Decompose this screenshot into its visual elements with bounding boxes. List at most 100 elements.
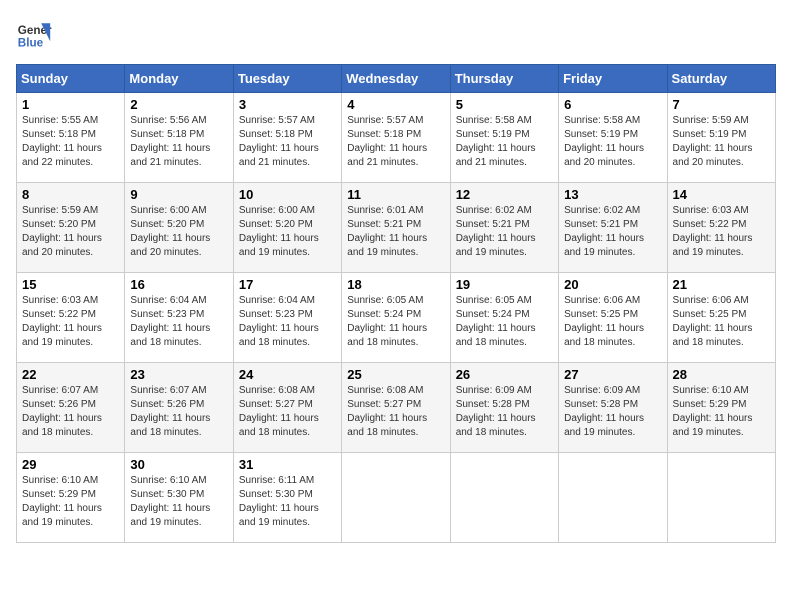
day-number: 6 bbox=[564, 97, 661, 112]
day-info: Sunrise: 6:04 AMSunset: 5:23 PMDaylight:… bbox=[130, 295, 210, 348]
day-info: Sunrise: 6:05 AMSunset: 5:24 PMDaylight:… bbox=[456, 295, 536, 348]
calendar-day-cell: 23 Sunrise: 6:07 AMSunset: 5:26 PMDaylig… bbox=[125, 363, 233, 453]
day-number: 29 bbox=[22, 457, 119, 472]
logo-icon: General Blue bbox=[16, 16, 52, 52]
day-number: 2 bbox=[130, 97, 227, 112]
day-number: 7 bbox=[673, 97, 770, 112]
calendar-day-cell: 8 Sunrise: 5:59 AMSunset: 5:20 PMDayligh… bbox=[17, 183, 125, 273]
day-info: Sunrise: 6:07 AMSunset: 5:26 PMDaylight:… bbox=[22, 385, 102, 438]
day-number: 23 bbox=[130, 367, 227, 382]
day-info: Sunrise: 5:58 AMSunset: 5:19 PMDaylight:… bbox=[564, 115, 644, 168]
calendar-body: 1 Sunrise: 5:55 AMSunset: 5:18 PMDayligh… bbox=[17, 93, 776, 543]
day-info: Sunrise: 5:58 AMSunset: 5:19 PMDaylight:… bbox=[456, 115, 536, 168]
day-number: 8 bbox=[22, 187, 119, 202]
weekday-header-cell: Sunday bbox=[17, 65, 125, 93]
weekday-header-cell: Thursday bbox=[450, 65, 558, 93]
weekday-header-cell: Friday bbox=[559, 65, 667, 93]
day-info: Sunrise: 6:10 AMSunset: 5:29 PMDaylight:… bbox=[673, 385, 753, 438]
calendar-day-cell: 12 Sunrise: 6:02 AMSunset: 5:21 PMDaylig… bbox=[450, 183, 558, 273]
day-number: 26 bbox=[456, 367, 553, 382]
day-info: Sunrise: 5:57 AMSunset: 5:18 PMDaylight:… bbox=[239, 115, 319, 168]
calendar-day-cell: 17 Sunrise: 6:04 AMSunset: 5:23 PMDaylig… bbox=[233, 273, 341, 363]
page-header: General Blue bbox=[16, 16, 776, 52]
calendar-day-cell: 9 Sunrise: 6:00 AMSunset: 5:20 PMDayligh… bbox=[125, 183, 233, 273]
calendar-day-cell: 24 Sunrise: 6:08 AMSunset: 5:27 PMDaylig… bbox=[233, 363, 341, 453]
calendar-week-row: 1 Sunrise: 5:55 AMSunset: 5:18 PMDayligh… bbox=[17, 93, 776, 183]
day-info: Sunrise: 6:09 AMSunset: 5:28 PMDaylight:… bbox=[456, 385, 536, 438]
day-info: Sunrise: 6:09 AMSunset: 5:28 PMDaylight:… bbox=[564, 385, 644, 438]
day-info: Sunrise: 6:04 AMSunset: 5:23 PMDaylight:… bbox=[239, 295, 319, 348]
day-number: 12 bbox=[456, 187, 553, 202]
calendar-day-cell bbox=[342, 453, 450, 543]
day-info: Sunrise: 6:05 AMSunset: 5:24 PMDaylight:… bbox=[347, 295, 427, 348]
calendar-day-cell: 28 Sunrise: 6:10 AMSunset: 5:29 PMDaylig… bbox=[667, 363, 775, 453]
calendar-day-cell: 22 Sunrise: 6:07 AMSunset: 5:26 PMDaylig… bbox=[17, 363, 125, 453]
day-number: 31 bbox=[239, 457, 336, 472]
day-number: 11 bbox=[347, 187, 444, 202]
calendar-day-cell: 7 Sunrise: 5:59 AMSunset: 5:19 PMDayligh… bbox=[667, 93, 775, 183]
calendar-day-cell: 26 Sunrise: 6:09 AMSunset: 5:28 PMDaylig… bbox=[450, 363, 558, 453]
day-number: 20 bbox=[564, 277, 661, 292]
day-number: 15 bbox=[22, 277, 119, 292]
calendar-day-cell: 14 Sunrise: 6:03 AMSunset: 5:22 PMDaylig… bbox=[667, 183, 775, 273]
day-info: Sunrise: 6:00 AMSunset: 5:20 PMDaylight:… bbox=[130, 205, 210, 258]
day-number: 17 bbox=[239, 277, 336, 292]
weekday-header-cell: Wednesday bbox=[342, 65, 450, 93]
calendar-day-cell: 1 Sunrise: 5:55 AMSunset: 5:18 PMDayligh… bbox=[17, 93, 125, 183]
calendar-day-cell: 18 Sunrise: 6:05 AMSunset: 5:24 PMDaylig… bbox=[342, 273, 450, 363]
day-number: 9 bbox=[130, 187, 227, 202]
calendar-day-cell: 10 Sunrise: 6:00 AMSunset: 5:20 PMDaylig… bbox=[233, 183, 341, 273]
calendar-day-cell: 27 Sunrise: 6:09 AMSunset: 5:28 PMDaylig… bbox=[559, 363, 667, 453]
calendar-day-cell: 6 Sunrise: 5:58 AMSunset: 5:19 PMDayligh… bbox=[559, 93, 667, 183]
day-number: 16 bbox=[130, 277, 227, 292]
day-number: 19 bbox=[456, 277, 553, 292]
calendar-day-cell bbox=[667, 453, 775, 543]
calendar-day-cell: 11 Sunrise: 6:01 AMSunset: 5:21 PMDaylig… bbox=[342, 183, 450, 273]
calendar-day-cell: 15 Sunrise: 6:03 AMSunset: 5:22 PMDaylig… bbox=[17, 273, 125, 363]
calendar-day-cell bbox=[559, 453, 667, 543]
day-number: 24 bbox=[239, 367, 336, 382]
day-info: Sunrise: 6:08 AMSunset: 5:27 PMDaylight:… bbox=[239, 385, 319, 438]
day-number: 4 bbox=[347, 97, 444, 112]
day-number: 28 bbox=[673, 367, 770, 382]
calendar-week-row: 22 Sunrise: 6:07 AMSunset: 5:26 PMDaylig… bbox=[17, 363, 776, 453]
day-number: 18 bbox=[347, 277, 444, 292]
day-info: Sunrise: 5:56 AMSunset: 5:18 PMDaylight:… bbox=[130, 115, 210, 168]
weekday-header-row: SundayMondayTuesdayWednesdayThursdayFrid… bbox=[17, 65, 776, 93]
day-info: Sunrise: 5:55 AMSunset: 5:18 PMDaylight:… bbox=[22, 115, 102, 168]
day-number: 10 bbox=[239, 187, 336, 202]
day-number: 5 bbox=[456, 97, 553, 112]
day-info: Sunrise: 6:06 AMSunset: 5:25 PMDaylight:… bbox=[564, 295, 644, 348]
weekday-header-cell: Monday bbox=[125, 65, 233, 93]
calendar-day-cell: 16 Sunrise: 6:04 AMSunset: 5:23 PMDaylig… bbox=[125, 273, 233, 363]
day-info: Sunrise: 6:01 AMSunset: 5:21 PMDaylight:… bbox=[347, 205, 427, 258]
calendar-day-cell: 31 Sunrise: 6:11 AMSunset: 5:30 PMDaylig… bbox=[233, 453, 341, 543]
calendar-day-cell: 3 Sunrise: 5:57 AMSunset: 5:18 PMDayligh… bbox=[233, 93, 341, 183]
day-info: Sunrise: 6:10 AMSunset: 5:29 PMDaylight:… bbox=[22, 475, 102, 528]
day-info: Sunrise: 6:06 AMSunset: 5:25 PMDaylight:… bbox=[673, 295, 753, 348]
calendar-day-cell: 21 Sunrise: 6:06 AMSunset: 5:25 PMDaylig… bbox=[667, 273, 775, 363]
day-info: Sunrise: 6:10 AMSunset: 5:30 PMDaylight:… bbox=[130, 475, 210, 528]
calendar-day-cell: 29 Sunrise: 6:10 AMSunset: 5:29 PMDaylig… bbox=[17, 453, 125, 543]
day-number: 1 bbox=[22, 97, 119, 112]
calendar-day-cell: 30 Sunrise: 6:10 AMSunset: 5:30 PMDaylig… bbox=[125, 453, 233, 543]
calendar-day-cell: 2 Sunrise: 5:56 AMSunset: 5:18 PMDayligh… bbox=[125, 93, 233, 183]
day-number: 25 bbox=[347, 367, 444, 382]
day-info: Sunrise: 6:08 AMSunset: 5:27 PMDaylight:… bbox=[347, 385, 427, 438]
day-info: Sunrise: 5:59 AMSunset: 5:20 PMDaylight:… bbox=[22, 205, 102, 258]
day-number: 21 bbox=[673, 277, 770, 292]
day-number: 14 bbox=[673, 187, 770, 202]
calendar-day-cell bbox=[450, 453, 558, 543]
svg-text:Blue: Blue bbox=[18, 37, 44, 50]
day-number: 27 bbox=[564, 367, 661, 382]
day-info: Sunrise: 6:03 AMSunset: 5:22 PMDaylight:… bbox=[22, 295, 102, 348]
calendar-week-row: 29 Sunrise: 6:10 AMSunset: 5:29 PMDaylig… bbox=[17, 453, 776, 543]
day-info: Sunrise: 6:07 AMSunset: 5:26 PMDaylight:… bbox=[130, 385, 210, 438]
calendar-week-row: 15 Sunrise: 6:03 AMSunset: 5:22 PMDaylig… bbox=[17, 273, 776, 363]
day-number: 22 bbox=[22, 367, 119, 382]
day-number: 3 bbox=[239, 97, 336, 112]
calendar-table: SundayMondayTuesdayWednesdayThursdayFrid… bbox=[16, 64, 776, 543]
day-info: Sunrise: 6:02 AMSunset: 5:21 PMDaylight:… bbox=[564, 205, 644, 258]
calendar-day-cell: 5 Sunrise: 5:58 AMSunset: 5:19 PMDayligh… bbox=[450, 93, 558, 183]
calendar-day-cell: 19 Sunrise: 6:05 AMSunset: 5:24 PMDaylig… bbox=[450, 273, 558, 363]
